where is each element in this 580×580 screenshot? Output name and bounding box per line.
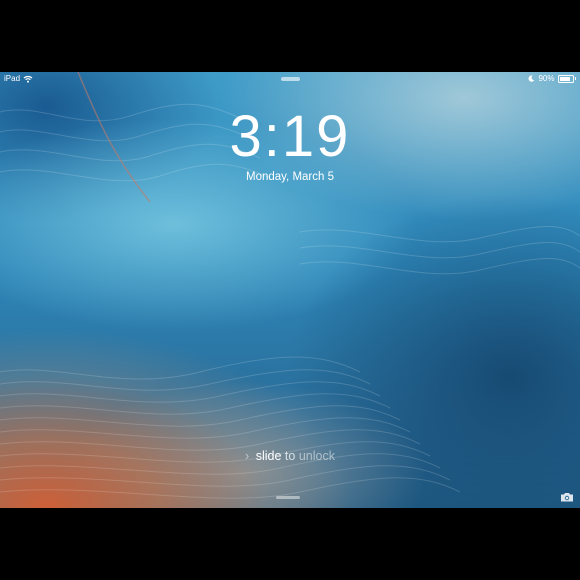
device-label: iPad [4, 74, 21, 83]
camera-icon[interactable] [560, 492, 574, 502]
wifi-icon [23, 75, 33, 83]
slide-unlock-word: unlock [298, 449, 335, 463]
status-left: iPad [4, 74, 33, 83]
moon-icon [528, 75, 535, 82]
lock-clock: 3:19 [229, 104, 351, 169]
home-indicator [276, 496, 300, 499]
status-bar: iPad 90% [0, 72, 580, 86]
battery-icon [557, 74, 574, 83]
lock-screen[interactable]: iPad 90% 3:19 Monday, March 5 › slide to… [0, 72, 580, 508]
lock-date: Monday, March 5 [246, 171, 334, 183]
slide-word: slide [255, 449, 282, 463]
battery-fill [559, 76, 571, 81]
battery-percentage: 90% [538, 74, 555, 83]
slide-to-unlock[interactable]: › slide to unlock [0, 448, 580, 464]
notification-grabber[interactable] [281, 77, 300, 81]
device-frame: iPad 90% 3:19 Monday, March 5 › slide to… [0, 0, 580, 580]
battery-tip [574, 77, 576, 80]
status-right: 90% [528, 74, 576, 83]
chevron-right-icon: › [245, 449, 250, 463]
slide-to-word: to [284, 449, 296, 463]
